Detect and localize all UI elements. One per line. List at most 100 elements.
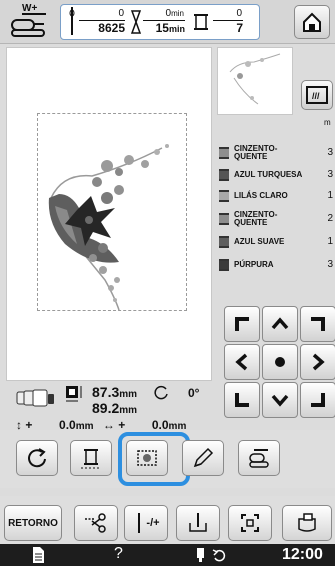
home-icon <box>303 12 321 32</box>
home-button[interactable] <box>294 5 330 39</box>
move-arrow-pad <box>222 296 335 420</box>
time-unit-total: min <box>168 24 185 34</box>
needle-icon <box>138 513 141 533</box>
embroidery-edit-icon <box>137 450 157 466</box>
chevron-right-icon <box>312 353 325 371</box>
stitch-total: 8625 <box>98 21 125 35</box>
move-right-button[interactable] <box>300 344 335 380</box>
thread-color-swatch <box>219 236 229 248</box>
color-name: LILÁS CLARO <box>234 191 288 200</box>
embroidery-edit-button[interactable] <box>126 440 168 476</box>
color-name: PÚRPURA <box>234 260 274 269</box>
trial-button[interactable] <box>228 505 272 541</box>
move-center-button[interactable] <box>262 344 298 380</box>
color-name: AZUL SUAVE <box>234 237 285 246</box>
time-total: 15 <box>155 21 169 35</box>
needle-down-icon <box>189 513 207 532</box>
frame-display-button[interactable]: /// <box>301 80 333 110</box>
thread-color-swatch <box>219 147 229 159</box>
system-status-bar: ? 12:00 <box>0 544 335 566</box>
color-row-3[interactable]: LILÁS CLARO 1 <box>217 186 335 206</box>
thread-trim-button[interactable] <box>70 440 112 476</box>
needle-position-button[interactable] <box>176 505 220 541</box>
tension-label: -/+ <box>146 517 160 529</box>
mini-design-preview <box>217 47 293 115</box>
color-name-line2: QUENTE <box>234 152 268 161</box>
tension-adjust-button[interactable]: -/+ <box>124 505 168 541</box>
presser-foot-icon <box>249 449 269 468</box>
thread-spool-icon <box>81 449 101 469</box>
help-button[interactable]: ? <box>114 545 123 563</box>
pen-edit-button[interactable] <box>182 440 224 476</box>
mini-design-thumbnail <box>229 53 281 105</box>
color-row-4[interactable]: CINZENTO- QUENTE 2 <box>217 209 335 229</box>
embroidery-design <box>48 144 169 311</box>
memory-button[interactable] <box>282 505 332 541</box>
top-status-bar: W+ 0 8625 0min 15min 0 7 <box>0 0 335 44</box>
stitch-done: 0 <box>79 8 125 21</box>
move-up-button[interactable] <box>262 306 298 342</box>
document-icon[interactable] <box>30 546 46 564</box>
svg-text:///: /// <box>312 91 320 101</box>
corner-down-left-icon <box>235 393 249 407</box>
thread-color-swatch <box>219 190 229 202</box>
chevron-down-icon <box>271 394 289 407</box>
rotate-button[interactable] <box>16 440 58 476</box>
sewing-counters: 0 8625 0 min 15min 0 7 <box>60 4 260 40</box>
rotate-icon <box>154 385 168 400</box>
scissors-icon <box>85 513 106 533</box>
pen-icon <box>193 447 214 468</box>
chevron-left-icon <box>235 353 248 371</box>
frame-icon: /// <box>306 86 328 104</box>
color-number: 1 <box>327 190 333 201</box>
thread-cut-button[interactable] <box>74 505 118 541</box>
move-up-right-button[interactable] <box>300 306 335 342</box>
thread-spool-icon <box>194 14 208 30</box>
presser-foot-label: W+ <box>22 3 38 14</box>
color-number: 3 <box>327 259 333 270</box>
pocket-icon <box>298 513 316 532</box>
center-dot-icon <box>275 357 285 367</box>
unit-label: mm <box>119 405 138 416</box>
move-up-left-button[interactable] <box>224 306 260 342</box>
chevron-up-icon <box>271 317 289 330</box>
corner-up-left-icon <box>235 317 249 331</box>
move-left-button[interactable] <box>224 344 260 380</box>
rotation-angle: 0° <box>188 386 200 400</box>
clock: 12:00 <box>282 546 323 563</box>
thread-color-swatch <box>219 213 229 225</box>
color-name-line2: QUENTE <box>234 218 268 227</box>
rotate-icon <box>28 448 46 468</box>
color-number: 1 <box>327 236 333 247</box>
corner-up-right-icon <box>311 317 325 331</box>
stitch-counter: 0 8625 <box>79 8 125 35</box>
trial-frame-icon <box>241 514 259 532</box>
network-icon <box>197 548 226 562</box>
return-button[interactable]: RETORNO <box>4 505 62 541</box>
thread-color-list[interactable]: CINZENTO- QUENTE 3 AZUL TURQUESA 3 LILÁS … <box>217 118 335 288</box>
move-down-right-button[interactable] <box>300 382 335 418</box>
color-row-2[interactable]: AZUL TURQUESA 3 <box>217 165 335 185</box>
hourglass-icon <box>130 10 142 34</box>
time-unit: min <box>171 9 184 18</box>
design-height: 87.3 <box>92 384 120 400</box>
design-width: 89.2 <box>92 400 120 416</box>
color-name: AZUL TURQUESA <box>234 170 303 179</box>
color-row-5[interactable]: AZUL SUAVE 1 <box>217 232 335 252</box>
size-dimension-icon <box>66 386 82 402</box>
thread-color-swatch <box>219 169 229 181</box>
color-row-6[interactable]: PÚRPURA 3 <box>217 255 335 275</box>
embroidery-preview <box>6 47 212 381</box>
color-number: 2 <box>327 213 333 224</box>
color-counter: 0 7 <box>213 8 243 35</box>
corner-down-right-icon <box>311 393 325 407</box>
unit-label: mm <box>119 389 138 400</box>
frame-size-icon <box>16 389 54 407</box>
color-total: 7 <box>236 21 243 35</box>
color-row-1[interactable]: CINZENTO- QUENTE 3 <box>217 143 335 163</box>
needle-icon <box>69 7 75 35</box>
color-number: 3 <box>327 169 333 180</box>
presser-foot-button[interactable] <box>238 440 280 476</box>
move-down-button[interactable] <box>262 382 298 418</box>
move-down-left-button[interactable] <box>224 382 260 418</box>
